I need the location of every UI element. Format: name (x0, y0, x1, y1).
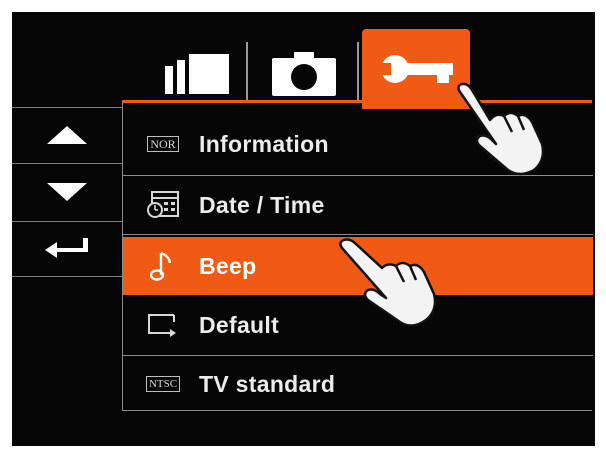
menu-item-label: Date / Time (199, 191, 325, 218)
camera-icon (272, 52, 336, 96)
ntsc-icon: NTSC (141, 369, 185, 399)
camera-settings-screen: NOR Information Date / Time Beep Default… (12, 12, 595, 446)
nav-down-button[interactable] (12, 164, 122, 219)
wrench-icon (377, 55, 453, 83)
menu-item-date-time[interactable]: Date / Time (123, 176, 593, 234)
enter-return-icon (45, 238, 88, 258)
tab-camera[interactable] (252, 39, 356, 109)
nav-up-button[interactable] (12, 107, 122, 162)
down-arrow-icon (47, 182, 87, 201)
music-note-icon (141, 251, 185, 281)
tab-playback-view[interactable] (145, 39, 245, 109)
menu-item-label: TV standard (199, 370, 336, 397)
left-navigation (12, 107, 122, 277)
menu-item-tv-standard[interactable]: NTSC TV standard (123, 355, 593, 413)
up-arrow-icon (47, 125, 87, 144)
pointing-hand-icon (339, 238, 437, 327)
information-mode-icon: NOR (141, 129, 185, 159)
ntsc-icon-label: NTSC (145, 376, 181, 392)
information-icon-label: NOR (147, 136, 179, 152)
tab-divider (357, 42, 359, 102)
playback-view-icon (165, 54, 229, 94)
pointing-hand-icon (457, 82, 545, 176)
calendar-clock-icon (141, 190, 185, 220)
menu-item-label: Information (199, 130, 329, 157)
tab-divider (246, 42, 248, 102)
screen-reset-icon (141, 310, 185, 340)
menu-item-label: Beep (199, 252, 257, 279)
nav-enter-button[interactable] (12, 223, 122, 275)
menu-item-label: Default (199, 311, 280, 338)
